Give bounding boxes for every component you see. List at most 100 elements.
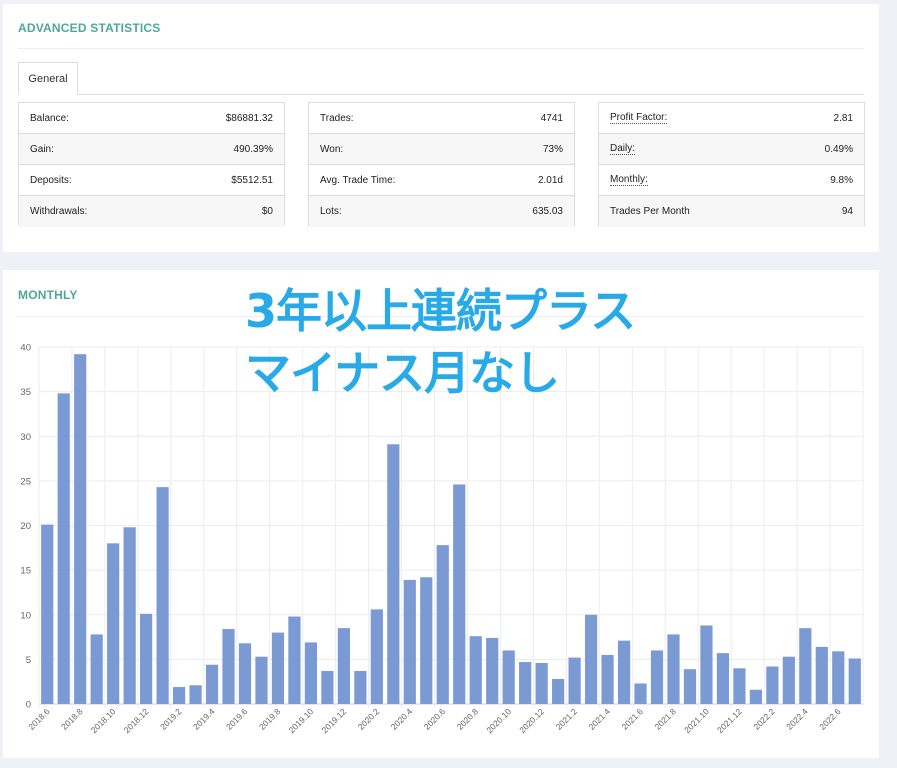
stat-label[interactable]: Profit Factor:: [610, 112, 668, 124]
stat-label: Won:: [320, 143, 344, 155]
bar: [552, 679, 565, 704]
stat-value: 635.03: [532, 206, 563, 217]
bar: [387, 444, 400, 704]
stat-row-withdrawals: Withdrawals: $0: [19, 196, 284, 227]
bar: [815, 646, 828, 704]
stat-value: $86881.32: [225, 112, 273, 124]
bar: [57, 393, 70, 704]
bar: [337, 628, 350, 704]
account-stats-table: Balance: $86881.32 Gain: 490.39% Deposit…: [18, 102, 285, 227]
x-tick-label: 2021.8: [652, 706, 678, 732]
x-tick-label: 2020.6: [422, 706, 448, 732]
bar: [502, 650, 515, 704]
bar: [41, 524, 54, 704]
bar: [156, 487, 169, 704]
monthly-bar-chart: 05101520253035402018.6 2018.8 2018.10 2018.…: [20, 343, 864, 735]
bar: [766, 666, 779, 704]
bar: [683, 669, 697, 704]
bar: [848, 658, 861, 704]
monthly-panel: MONTHLY 0 5 10 15 20 25 30 35 40 2018.6 2018.8 2018…: [3, 270, 879, 758]
x-tick-label: 2022.6: [817, 706, 843, 732]
stat-label: Balance:: [30, 112, 69, 124]
stat-label: Withdrawals:: [30, 206, 88, 217]
x-tick-label: 2021.10: [682, 706, 711, 735]
bar: [634, 683, 647, 704]
stat-label[interactable]: Monthly:: [610, 174, 648, 186]
bar: [304, 642, 318, 704]
bar: [535, 662, 548, 704]
stat-row-won: Won: 73%: [309, 134, 574, 165]
stat-row-daily: Daily: 0.49%: [599, 134, 864, 165]
bar: [601, 654, 614, 704]
x-tick-label: 2020.12: [517, 706, 546, 735]
stat-row-avg-trade-time: Avg. Trade Time: 2.01d: [309, 165, 574, 196]
bar: [733, 668, 746, 704]
bar: [700, 625, 713, 704]
stat-label: Deposits:: [30, 174, 72, 186]
tab-bar-line: [18, 94, 864, 95]
bar: [189, 685, 202, 704]
stat-value: $5512.51: [231, 174, 273, 186]
stat-label[interactable]: Daily:: [610, 143, 636, 155]
y-tick-label: 10: [20, 610, 31, 621]
x-tick-label: 2019.10: [287, 706, 316, 735]
y-tick-label: 30: [20, 432, 31, 443]
bar: [321, 670, 334, 704]
y-tick-label: 15: [20, 566, 31, 577]
bar: [205, 664, 219, 704]
bar: [403, 579, 416, 704]
y-tick-label: 35: [20, 387, 31, 398]
bar: [354, 670, 367, 704]
stat-row-gain: Gain: 490.39%: [19, 134, 284, 165]
stat-value: $0: [261, 206, 273, 217]
stat-row-trades-per-month: Trades Per Month 94: [599, 196, 864, 227]
stat-value: 9.8%: [830, 174, 853, 186]
bar: [107, 543, 120, 704]
x-tick-label: 2021.12: [715, 706, 744, 735]
y-tick-label: 40: [20, 343, 31, 354]
stat-label: Trades:: [320, 112, 354, 124]
bar: [584, 614, 598, 704]
stat-label: Lots:: [320, 206, 342, 217]
bar: [749, 689, 762, 704]
x-tick-label: 2018.8: [59, 706, 85, 732]
x-tick-label: 2018.12: [122, 706, 151, 735]
stat-value: 2.01d: [537, 174, 563, 186]
stat-row-monthly: Monthly: 9.8%: [599, 165, 864, 196]
stat-row-lots: Lots: 635.03: [309, 196, 574, 227]
x-tick-label: 2022.2: [751, 706, 777, 732]
bar: [667, 634, 680, 704]
stat-row-profit-factor: Profit Factor: 2.81: [599, 103, 864, 134]
performance-stats-table: Profit Factor: 2.81 Daily: 0.49% Monthly…: [598, 102, 865, 227]
stat-label: Avg. Trade Time:: [320, 174, 396, 186]
x-tick-label: 2019.12: [319, 706, 348, 735]
stat-row-trades: Trades: 4741: [309, 103, 574, 134]
bar: [140, 613, 153, 704]
stat-row-balance: Balance: $86881.32: [19, 103, 284, 134]
tab-general[interactable]: General: [18, 62, 78, 95]
x-tick-label: 2018.10: [89, 706, 118, 735]
overlay-text-line1: 3年以上連続プラス: [245, 284, 636, 338]
overlay-text-line2: マイナス月なし: [245, 346, 560, 400]
bar: [271, 632, 285, 704]
bar: [90, 634, 103, 704]
advanced-statistics-panel: ADVANCED STATISTICS General Balance: $86…: [3, 4, 879, 252]
y-tick-label: 5: [26, 655, 31, 666]
y-tick-label: 20: [20, 521, 31, 532]
bar: [486, 637, 499, 704]
bar: [255, 656, 268, 704]
trade-stats-table: Trades: 4741 Won: 73% Avg. Trade Time: 2…: [308, 102, 575, 227]
x-tick-label: 2021.2: [554, 706, 580, 732]
bar: [222, 629, 235, 704]
y-tick-label: 0: [26, 700, 31, 711]
bar: [123, 527, 136, 704]
bar: [568, 657, 581, 704]
bar: [172, 687, 186, 704]
x-tick-label: 2019.4: [191, 706, 217, 732]
bar: [370, 609, 383, 704]
bar: [453, 484, 466, 704]
stat-label: Trades Per Month: [610, 206, 690, 217]
bar: [832, 651, 845, 704]
stat-value: 73%: [542, 143, 563, 155]
bar: [74, 354, 87, 704]
